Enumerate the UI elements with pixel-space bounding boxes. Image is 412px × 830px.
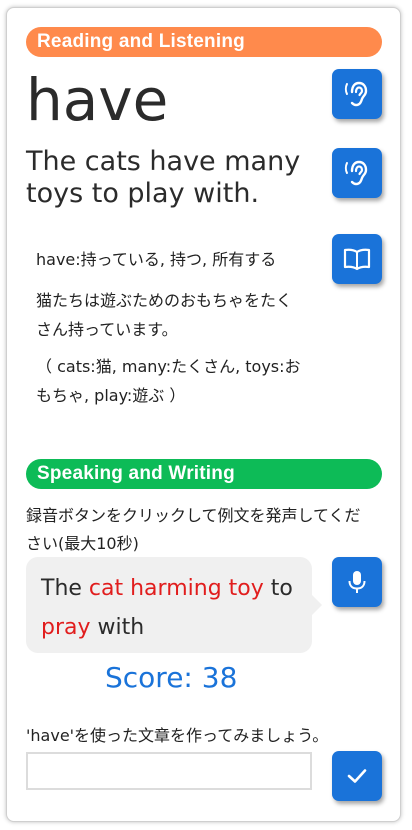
speaking-writing-header: Speaking and Writing bbox=[26, 459, 382, 489]
recognized-word: The bbox=[41, 576, 89, 601]
reading-listening-header: Reading and Listening bbox=[26, 27, 382, 57]
example-sentence: The cats have many toys to play with. bbox=[26, 146, 301, 209]
recognized-error-word: cat harming toy bbox=[88, 576, 264, 601]
recognized-word: with bbox=[90, 615, 145, 640]
recognized-error-word: pray bbox=[41, 615, 91, 640]
sentence-translation: 猫たちは遊ぶためのおもちゃをたくさん持っています。 bbox=[36, 291, 293, 339]
sentence-input[interactable] bbox=[26, 752, 312, 790]
record-button[interactable] bbox=[332, 557, 382, 607]
vocabulary-glossary: （ cats:猫, many:たくさん, toys:おもちゃ, play:遊ぶ … bbox=[36, 357, 301, 405]
vocabulary-word: have bbox=[26, 66, 169, 134]
open-book-icon bbox=[343, 247, 371, 271]
ear-icon bbox=[344, 159, 370, 187]
recognized-word: to bbox=[263, 576, 293, 601]
writing-prompt: 'have'を使った文章を作ってみましょう。 bbox=[26, 726, 329, 745]
listen-sentence-button[interactable] bbox=[332, 148, 382, 198]
recording-instruction: 録音ボタンをクリックして例文を発声してください(最大10秒) bbox=[26, 506, 361, 553]
ear-icon bbox=[344, 80, 370, 108]
word-definition: have:持っている, 持つ, 所有する bbox=[36, 250, 277, 269]
listen-word-button[interactable] bbox=[332, 69, 382, 119]
dictionary-button[interactable] bbox=[332, 234, 382, 284]
submit-button[interactable] bbox=[332, 751, 382, 801]
recognized-speech-bubble: The cat harming toy to pray with bbox=[26, 557, 322, 653]
microphone-icon bbox=[346, 569, 368, 595]
checkmark-icon bbox=[346, 767, 368, 785]
pronunciation-score: Score: 38 bbox=[105, 661, 238, 694]
